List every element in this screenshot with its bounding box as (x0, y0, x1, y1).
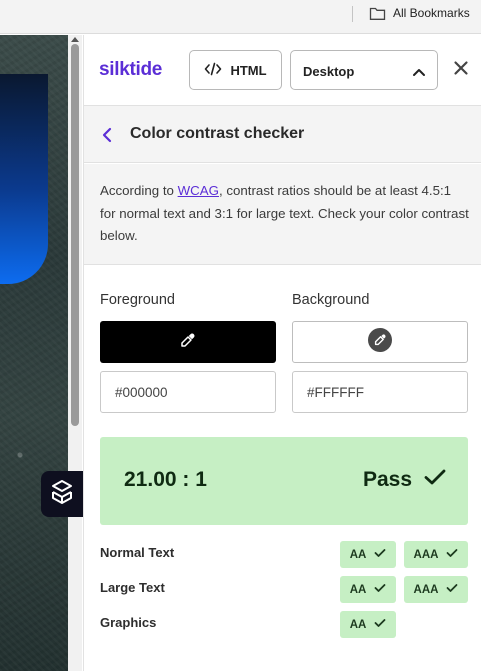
checker-body: Foreground Background 21 (84, 265, 481, 671)
foreground-hex-input[interactable] (100, 371, 276, 413)
checkmark-icon (374, 618, 386, 631)
checkmark-icon (446, 548, 458, 561)
background-swatch-button[interactable] (292, 321, 468, 363)
verdict-label: Pass (362, 468, 412, 491)
graphics-label: Graphics (100, 615, 157, 630)
all-bookmarks-link[interactable]: All Bookmarks (393, 6, 470, 20)
normal-text-aaa-badge: AAA (404, 541, 468, 568)
silktide-logo[interactable]: silktide (99, 59, 162, 81)
checkmark-icon (424, 468, 446, 492)
normal-text-label: Normal Text (100, 545, 175, 560)
result-verdict: Pass (363, 468, 446, 492)
checkmark-icon (374, 583, 386, 596)
background-label: Background (292, 292, 370, 308)
code-icon (204, 62, 222, 79)
contrast-result: 21.00 : 1 Pass (100, 437, 468, 525)
eyedropper-icon (367, 327, 393, 358)
wcag-link[interactable]: WCAG (178, 183, 219, 198)
badge-label: AA (349, 548, 367, 561)
chevron-left-icon (102, 127, 112, 143)
bookmarks-bar: All Bookmarks (0, 0, 481, 34)
large-text-aa-badge: AA (340, 576, 396, 603)
tool-header: Color contrast checker (84, 106, 481, 163)
checkmark-icon (446, 583, 458, 596)
intro-section: According to WCAG, contrast ratios shoul… (84, 164, 481, 265)
silktide-logo-icon (50, 479, 74, 510)
eyedropper-icon (180, 332, 196, 353)
page-title: Color contrast checker (130, 125, 305, 142)
html-button[interactable]: HTML (189, 50, 282, 90)
normal-text-aa-badge: AA (340, 541, 396, 568)
large-text-aaa-badge: AAA (404, 576, 468, 603)
foreground-label: Foreground (100, 292, 175, 308)
device-select-value: Desktop (303, 64, 355, 79)
page-scrollbar-thumb[interactable] (71, 44, 79, 426)
background-hex-input[interactable] (292, 371, 468, 413)
contrast-ratio: 21.00 : 1 (124, 468, 207, 491)
silktide-panel: silktide HTML Desktop Color contrast che… (83, 35, 481, 671)
html-button-label: HTML (230, 62, 267, 78)
bookmarks-divider (352, 6, 353, 22)
checkmark-icon (374, 548, 386, 561)
device-select[interactable]: Desktop (290, 50, 438, 90)
intro-text-start: According to (100, 183, 178, 198)
badge-label: AA (349, 618, 367, 631)
chevron-up-icon (412, 64, 426, 82)
foreground-swatch-button[interactable] (100, 321, 276, 363)
silktide-launcher-button[interactable] (41, 471, 83, 517)
intro-text: According to WCAG, contrast ratios shoul… (100, 180, 470, 248)
panel-header: silktide HTML Desktop (84, 35, 481, 106)
badge-label: AA (349, 583, 367, 596)
back-button[interactable] (100, 126, 114, 144)
large-text-label: Large Text (100, 580, 165, 595)
close-panel-button[interactable] (453, 60, 469, 76)
badge-label: AAA (413, 583, 439, 596)
hero-graphic (0, 74, 48, 284)
scroll-up-arrow-icon[interactable] (71, 37, 79, 42)
graphics-aa-badge: AA (340, 611, 396, 638)
folder-icon (369, 6, 386, 26)
close-icon (454, 61, 468, 75)
badge-label: AAA (413, 548, 439, 561)
